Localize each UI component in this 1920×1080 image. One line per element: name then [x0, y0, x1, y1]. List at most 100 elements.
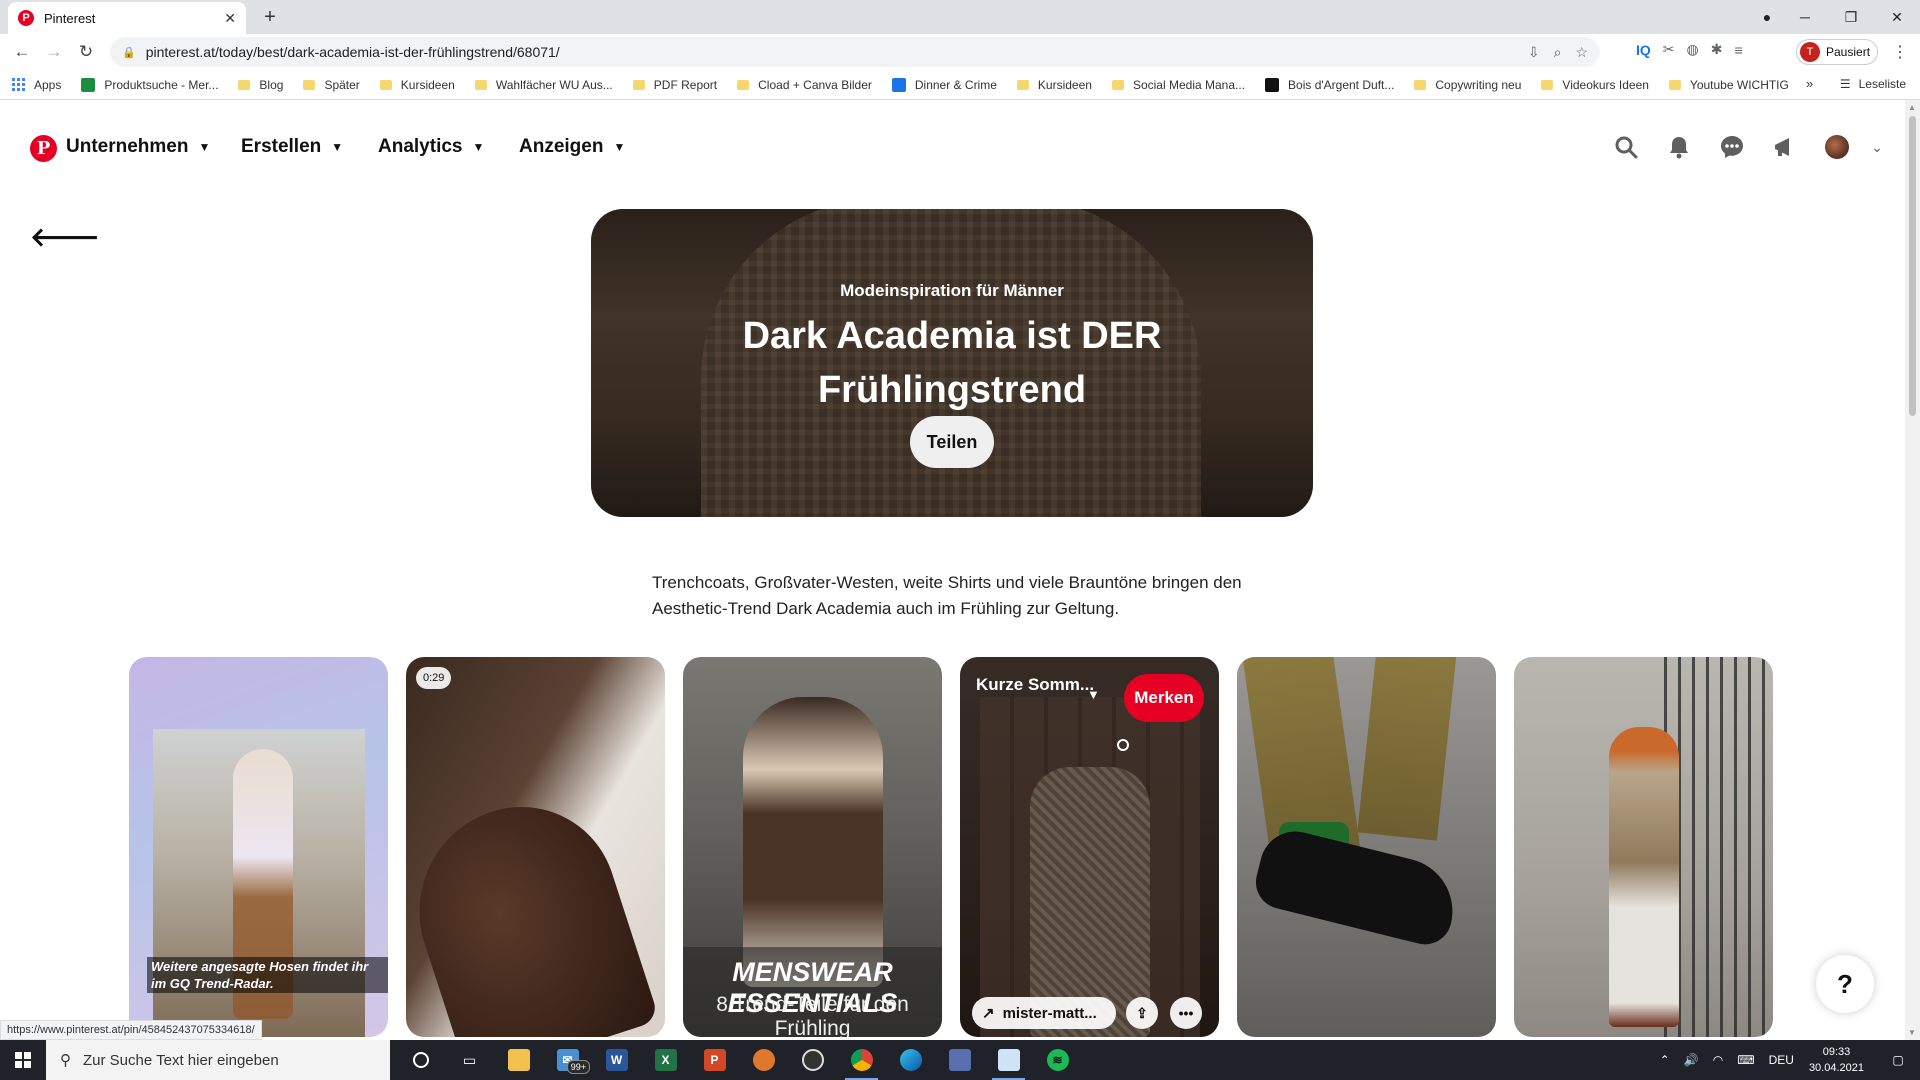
chat-icon[interactable]	[1717, 132, 1747, 162]
chrome-icon[interactable]	[837, 1040, 886, 1080]
browser-tab[interactable]: P Pinterest ✕	[8, 2, 246, 34]
profile-button[interactable]: T Pausiert	[1796, 39, 1878, 65]
notes-icon[interactable]	[984, 1040, 1033, 1080]
nav-analytics[interactable]: Analytics ▼	[378, 136, 484, 158]
bookmark-item[interactable]: Blog	[238, 78, 283, 92]
back-arrow-icon[interactable]: 🡐	[30, 222, 100, 253]
taskbar-search[interactable]: ⚲ Zur Suche Text hier eingeben	[46, 1040, 390, 1080]
megaphone-icon[interactable]	[1769, 132, 1799, 162]
tray-chevron-up-icon[interactable]: ⌃	[1660, 1053, 1670, 1067]
nav-erstellen[interactable]: Erstellen ▼	[241, 136, 343, 158]
bookmark-item[interactable]: Später	[303, 78, 360, 92]
app-icon[interactable]	[935, 1040, 984, 1080]
language-indicator[interactable]: DEU	[1769, 1053, 1794, 1067]
video-pin-card[interactable]: 0:29	[406, 657, 665, 1037]
bookmark-item[interactable]: Videokurs Ideen	[1541, 78, 1649, 92]
scroll-down-icon[interactable]: ▼	[1908, 1028, 1916, 1037]
mail-icon[interactable]: ✉ 99+	[543, 1040, 592, 1080]
browser-menu-icon[interactable]: ⋮	[1892, 42, 1908, 62]
url-text[interactable]: pinterest.at/today/best/dark-academia-is…	[146, 44, 1528, 60]
close-window-button[interactable]: ✕	[1874, 9, 1920, 26]
powerpoint-icon[interactable]: P	[690, 1040, 739, 1080]
more-options-icon[interactable]: •••	[1170, 997, 1202, 1029]
back-icon[interactable]: ←	[6, 42, 38, 62]
puzzle-icon[interactable]: ✱	[1711, 41, 1723, 58]
minimize-button[interactable]: ─	[1782, 9, 1828, 25]
board-select[interactable]: Kurze Somm...	[976, 674, 1096, 696]
zoom-icon[interactable]: ⌕	[1554, 44, 1562, 61]
bookmark-item[interactable]: Cload + Canva Bilder	[737, 78, 872, 92]
word-icon[interactable]: W	[592, 1040, 641, 1080]
reading-list-icon[interactable]: ≡	[1734, 42, 1742, 58]
keyboard-icon[interactable]: ⌨	[1737, 1053, 1754, 1067]
folder-icon	[474, 79, 487, 90]
pin-card[interactable]: MENSWEAR ESSENTIALS 8 Trend-Teile für de…	[683, 657, 942, 1037]
install-app-icon[interactable]: ⇩	[1528, 44, 1540, 61]
media-control-icon[interactable]: ●	[1752, 9, 1782, 25]
bookmark-label: Apps	[34, 77, 62, 92]
address-bar[interactable]: 🔒 pinterest.at/today/best/dark-academia-…	[110, 37, 1600, 67]
bookmark-item[interactable]: PDF Report	[632, 78, 717, 92]
mouse-cursor	[1117, 739, 1129, 751]
extension-icon[interactable]: ✂	[1663, 41, 1675, 58]
nav-anzeigen[interactable]: Anzeigen ▼	[519, 136, 625, 158]
share-upload-icon[interactable]: ⇪	[1126, 997, 1158, 1029]
file-explorer-icon[interactable]	[494, 1040, 543, 1080]
nav-label: Unternehmen	[66, 136, 189, 157]
volume-icon[interactable]: 🔊	[1684, 1053, 1699, 1067]
bookmark-item[interactable]: Kursideen	[379, 78, 455, 92]
clock[interactable]: 09:33 30.04.2021	[1809, 1044, 1864, 1076]
spotify-icon[interactable]: ≋	[1033, 1040, 1082, 1080]
profile-status: Pausiert	[1826, 45, 1871, 59]
bookmark-label: Cload + Canva Bilder	[758, 77, 872, 92]
task-view-icon[interactable]: ▭	[445, 1040, 494, 1080]
save-button[interactable]: Merken	[1124, 674, 1204, 722]
tab-close-icon[interactable]: ✕	[224, 10, 236, 27]
source-link-button[interactable]: ↗ mister-matt...	[972, 997, 1116, 1029]
bookmark-star-icon[interactable]: ☆	[1575, 44, 1588, 61]
bookmark-item[interactable]: Kursideen	[1016, 78, 1092, 92]
scroll-up-icon[interactable]: ▲	[1908, 103, 1916, 112]
reload-icon[interactable]: ↻	[70, 42, 102, 62]
cortana-icon[interactable]	[396, 1040, 445, 1080]
pin-card[interactable]	[1514, 657, 1773, 1037]
pin-card[interactable]: Weitere angesagte Hosen findet ihr im GQ…	[129, 657, 388, 1037]
search-icon[interactable]	[1611, 132, 1641, 162]
scrollbar-thumb[interactable]	[1909, 116, 1916, 416]
reading-list-button[interactable]: ☰ Leseliste	[1840, 77, 1906, 91]
notification-icon[interactable]: ▢	[1883, 1053, 1913, 1067]
apps-shortcut[interactable]: Apps	[12, 77, 62, 92]
iq-extension-icon[interactable]: IQ	[1636, 42, 1651, 58]
edge-icon[interactable]	[886, 1040, 935, 1080]
vpn-extension-icon[interactable]: ◍	[1687, 41, 1699, 58]
wifi-icon[interactable]: ◠	[1713, 1053, 1723, 1067]
bell-icon[interactable]	[1664, 132, 1694, 162]
forward-icon[interactable]: →	[38, 42, 70, 62]
more-bookmarks-button[interactable]: »	[1806, 76, 1813, 91]
bookmark-item[interactable]: Youtube WICHTIG	[1668, 78, 1789, 92]
app-icon[interactable]	[739, 1040, 788, 1080]
bookmark-item[interactable]: Produktsuche - Mer...	[81, 77, 218, 92]
video-duration-badge: 0:29	[416, 667, 452, 689]
nav-unternehmen[interactable]: Unternehmen ▼	[66, 136, 210, 158]
chevron-down-icon[interactable]: ▼	[1087, 687, 1100, 702]
obs-icon[interactable]	[788, 1040, 837, 1080]
scrollbar[interactable]: ▲ ▼	[1905, 100, 1920, 1040]
bookmark-item[interactable]: Bois d'Argent Duft...	[1265, 77, 1394, 92]
bookmark-item[interactable]: Dinner & Crime	[891, 77, 997, 92]
hovered-pin-card[interactable]: Kurze Somm... ▼ Merken ↗ mister-matt... …	[960, 657, 1219, 1037]
start-button[interactable]	[0, 1040, 46, 1080]
pin-card[interactable]	[1237, 657, 1496, 1037]
new-tab-button[interactable]: +	[258, 5, 282, 29]
bookmark-item[interactable]: Social Media Mana...	[1111, 78, 1245, 92]
pinterest-logo-icon[interactable]: P	[30, 135, 57, 162]
bookmark-item[interactable]: Copywriting neu	[1414, 78, 1521, 92]
restore-button[interactable]: ❐	[1828, 9, 1874, 26]
help-button[interactable]: ?	[1816, 955, 1874, 1013]
excel-icon[interactable]: X	[641, 1040, 690, 1080]
avatar[interactable]	[1822, 132, 1852, 162]
account-chevron-down-icon[interactable]: ⌄	[1862, 132, 1892, 162]
bookmark-item[interactable]: Wahlfächer WU Aus...	[474, 78, 613, 92]
lock-icon[interactable]: 🔒	[122, 46, 136, 59]
share-button[interactable]: Teilen	[910, 416, 994, 468]
